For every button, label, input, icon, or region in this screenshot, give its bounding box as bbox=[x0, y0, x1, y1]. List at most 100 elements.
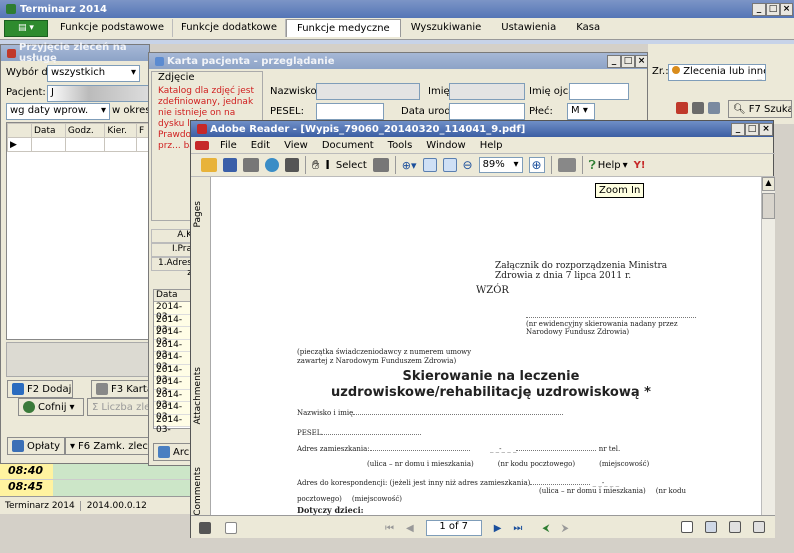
pesel-field[interactable] bbox=[316, 103, 384, 120]
prev-page-icon[interactable]: ◀︎ bbox=[406, 523, 414, 534]
birth-field[interactable] bbox=[449, 103, 525, 120]
col-date[interactable]: Data bbox=[31, 123, 66, 138]
last-page-icon[interactable]: ⏭︎ bbox=[513, 523, 522, 534]
grid-scrollbar-area[interactable] bbox=[6, 342, 151, 377]
pages-tab[interactable]: Pages bbox=[193, 201, 203, 227]
app-menu-button[interactable]: ▤ ▾ bbox=[4, 20, 48, 37]
card-close-button[interactable]: × bbox=[635, 55, 648, 68]
minimize-button[interactable]: _ bbox=[752, 3, 766, 16]
page-indicator[interactable]: 1 of 7 bbox=[425, 520, 482, 536]
date-row[interactable]: 2014-03- bbox=[154, 364, 194, 385]
print-icon[interactable] bbox=[243, 158, 259, 172]
snapshot-icon[interactable] bbox=[372, 158, 389, 172]
date-row[interactable]: 2014-03- bbox=[154, 402, 194, 422]
col-direction[interactable]: Kier. bbox=[104, 123, 137, 138]
continuous-icon[interactable] bbox=[705, 521, 717, 533]
reader-close-button[interactable]: × bbox=[759, 123, 773, 136]
tab-settings[interactable]: Ustawienia bbox=[491, 19, 566, 37]
help-button[interactable]: ❓︎ Help ▾ bbox=[589, 158, 628, 173]
fit-height-icon[interactable] bbox=[422, 158, 437, 172]
close-orders-button[interactable]: ▾F6 Zamk. zleceń bbox=[65, 437, 151, 455]
pdf-page[interactable]: Załącznik do rozporządzenia Ministra Zdr… bbox=[211, 177, 761, 515]
card-button[interactable]: F3 Karta bbox=[91, 380, 151, 398]
page-view-icon[interactable] bbox=[199, 521, 211, 534]
menu-view[interactable]: View bbox=[277, 140, 315, 151]
archive-button[interactable]: Arch bbox=[153, 443, 195, 461]
reader-minimize-button[interactable]: _ bbox=[731, 123, 745, 136]
payments-button[interactable]: Opłaty bbox=[7, 437, 65, 455]
find-icon[interactable] bbox=[285, 158, 299, 172]
surname-field[interactable] bbox=[316, 83, 420, 100]
continuous-facing-icon[interactable] bbox=[753, 521, 765, 533]
fit-width-icon[interactable] bbox=[442, 158, 457, 172]
close-button[interactable]: × bbox=[780, 3, 793, 16]
time-slot-row[interactable]: 08:40 bbox=[0, 464, 190, 480]
next-page-icon[interactable]: ▶︎ bbox=[494, 523, 502, 534]
facing-icon[interactable] bbox=[729, 521, 741, 533]
date-row[interactable]: 2014-03- bbox=[154, 414, 194, 435]
zoom-in-icon[interactable]: ⊕ bbox=[528, 157, 545, 173]
card-maximize-button[interactable]: □ bbox=[621, 55, 635, 68]
date-row[interactable]: 2014-03- bbox=[154, 327, 194, 347]
undo-button[interactable]: Cofnij ▾ bbox=[18, 398, 84, 416]
patient-field[interactable]: J bbox=[47, 85, 151, 102]
zoom-tool-icon[interactable]: ⊕▾ bbox=[402, 159, 417, 172]
scroll-up-icon[interactable]: ▲ bbox=[762, 177, 775, 191]
maximize-button[interactable]: □ bbox=[766, 3, 780, 16]
menu-file[interactable]: File bbox=[213, 140, 244, 151]
father-field[interactable] bbox=[569, 83, 629, 100]
filter-select[interactable]: wszystkich ▾ bbox=[47, 65, 140, 82]
open-icon[interactable] bbox=[201, 158, 217, 172]
tab-medical[interactable]: Funkcje medyczne bbox=[286, 19, 401, 37]
tab-cash[interactable]: Kasa bbox=[566, 19, 610, 37]
menu-tools[interactable]: Tools bbox=[381, 140, 420, 151]
right-filter-select[interactable]: Zlecenia lub inne▾ bbox=[668, 64, 766, 81]
zoom-out-icon[interactable]: ⊖ bbox=[463, 158, 473, 172]
sort-select[interactable]: wg daty wprow. ▾ bbox=[6, 103, 110, 120]
col-time[interactable]: Godz. bbox=[64, 123, 106, 138]
add-button[interactable]: F2 Dodaj bbox=[7, 380, 73, 398]
menu-help[interactable]: Help bbox=[473, 140, 510, 151]
save-icon[interactable] bbox=[223, 158, 237, 172]
search-button[interactable]: 🔍︎ F7 Szukaj bbox=[728, 100, 792, 118]
date-row[interactable]: 2014-03- bbox=[154, 314, 194, 335]
card-date-list[interactable]: Data 2014-03-2014-03-2014-03-2014-03-201… bbox=[153, 289, 195, 435]
side-tab-ak[interactable]: A.K bbox=[151, 229, 195, 243]
back-icon[interactable]: ⮜ bbox=[542, 523, 549, 534]
select-icon[interactable]: I bbox=[325, 158, 329, 172]
attachments-tab[interactable]: Attachments bbox=[193, 367, 203, 424]
hand-icon[interactable]: ✋︎ bbox=[312, 158, 319, 173]
orders-grid[interactable]: Data Godz. Kier. F ▶ bbox=[6, 122, 151, 340]
zoom-input[interactable]: 89% ▾ bbox=[478, 157, 523, 173]
scroll-thumb[interactable] bbox=[762, 193, 775, 219]
list-icon[interactable] bbox=[708, 102, 720, 114]
side-tab-address[interactable]: 1.Adres z bbox=[151, 257, 195, 278]
date-row[interactable]: 2014-03- bbox=[154, 377, 194, 397]
yahoo-icon[interactable]: Y! bbox=[634, 160, 646, 171]
time-slot-row[interactable]: 08:45 bbox=[0, 480, 190, 496]
tab-search[interactable]: Wyszukiwanie bbox=[401, 19, 492, 37]
side-tab-ipra[interactable]: I.Pra bbox=[151, 243, 195, 257]
single-page-icon[interactable] bbox=[681, 521, 693, 533]
options-icon[interactable] bbox=[225, 521, 237, 534]
first-page-icon[interactable]: ⏮︎ bbox=[385, 523, 394, 534]
date-row[interactable]: 2014-03- bbox=[154, 339, 194, 360]
comments-tab[interactable]: Comments bbox=[193, 467, 203, 516]
card-minimize-button[interactable]: _ bbox=[607, 55, 621, 68]
count-button[interactable]: Σ Liczba zle bbox=[87, 398, 151, 416]
forward-icon[interactable]: ⮞ bbox=[562, 523, 569, 534]
reader-scrollbar[interactable]: ▲ bbox=[761, 177, 775, 515]
date-row[interactable]: 2014-03- bbox=[154, 389, 194, 410]
date-row[interactable]: 2014-03- bbox=[154, 352, 194, 372]
menu-document[interactable]: Document bbox=[315, 140, 381, 151]
date-row[interactable]: 2014-03- bbox=[154, 302, 194, 322]
sex-select[interactable]: M ▾ bbox=[567, 103, 595, 120]
print-icon[interactable] bbox=[692, 102, 704, 114]
reader-maximize-button[interactable]: □ bbox=[745, 123, 759, 136]
email-icon[interactable] bbox=[265, 158, 279, 172]
tab-basic[interactable]: Funkcje podstawowe bbox=[52, 19, 173, 37]
pages-icon[interactable] bbox=[557, 158, 576, 172]
menu-window[interactable]: Window bbox=[419, 140, 472, 151]
tab-additional[interactable]: Funkcje dodatkowe bbox=[173, 19, 287, 37]
name-field[interactable] bbox=[449, 83, 525, 100]
